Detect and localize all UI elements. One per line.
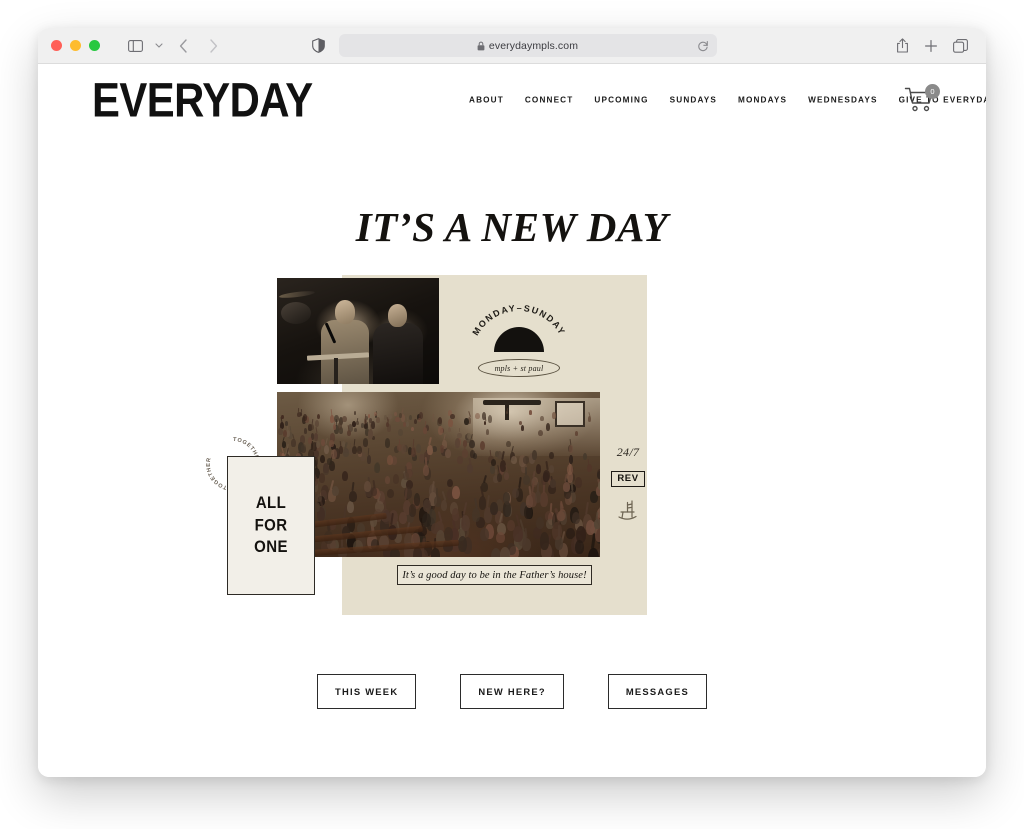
card-line-3: ONE (254, 537, 288, 557)
cart-button[interactable]: 0 (904, 84, 940, 115)
sidebar-toggle-icon[interactable] (122, 34, 148, 58)
new-here-button[interactable]: NEW HERE? (460, 674, 564, 709)
monday-sunday-badge: MONDAY–SUNDAY mpls + st paul (463, 293, 575, 385)
browser-toolbar: everydaympls.com (38, 28, 986, 64)
rocking-chair-icon (618, 500, 637, 520)
minimize-window-button[interactable] (70, 40, 81, 51)
site-header: EVERYDAY ABOUT CONNECT UPCOMING SUNDAYS … (38, 64, 986, 136)
nav-item-connect[interactable]: CONNECT (525, 96, 574, 105)
caption-text: It’s a good day to be in the Father’s ho… (402, 569, 587, 581)
back-button-icon[interactable] (170, 34, 196, 58)
share-icon[interactable] (889, 34, 915, 58)
privacy-shield-icon[interactable] (308, 35, 330, 57)
badge-pill: mpls + st paul (478, 359, 560, 377)
all-for-one-card: ALL FOR ONE (227, 456, 315, 595)
tabs-overview-icon[interactable] (947, 34, 973, 58)
browser-window: everydaympls.com EVERYDAY ABOUT CONNECT … (38, 28, 986, 777)
address-text: everydaympls.com (488, 39, 579, 52)
card-line-2: FOR (254, 515, 288, 535)
reload-icon[interactable] (696, 39, 710, 53)
sticker-24-7: 24/7 (616, 445, 640, 459)
this-week-button[interactable]: THIS WEEK (317, 674, 417, 709)
nav-item-about[interactable]: ABOUT (469, 96, 504, 105)
cta-button-row: THIS WEEK NEW HERE? MESSAGES (38, 674, 986, 709)
cart-count-badge: 0 (925, 84, 940, 99)
close-window-button[interactable] (51, 40, 62, 51)
toolbar-right-controls (889, 34, 973, 58)
site-logo[interactable]: EVERYDAY (92, 75, 313, 124)
toolbar-left-controls (122, 34, 226, 58)
badge-pill-text: mpls + st paul (494, 363, 544, 373)
forward-button-icon[interactable] (200, 34, 226, 58)
card-line-1: ALL (255, 493, 287, 513)
address-bar[interactable]: everydaympls.com (338, 34, 717, 57)
new-tab-plus-icon[interactable] (918, 34, 944, 58)
lock-icon (477, 41, 485, 50)
sidebar-chevron-down-icon[interactable] (152, 34, 166, 58)
maximize-window-button[interactable] (89, 40, 100, 51)
sticker-rev: REV (611, 471, 645, 487)
crowd-photo (277, 392, 600, 557)
messages-button[interactable]: MESSAGES (607, 674, 707, 709)
nav-item-sundays[interactable]: SUNDAYS (670, 96, 717, 105)
collage-stickers: 24/7 REV (607, 445, 649, 524)
window-traffic-lights (51, 40, 100, 51)
nav-item-mondays[interactable]: MONDAYS (738, 96, 787, 105)
page-content: EVERYDAY ABOUT CONNECT UPCOMING SUNDAYS … (38, 64, 986, 777)
all-for-one-text: ALL FOR ONE (254, 493, 288, 559)
stage-photo (277, 278, 439, 384)
hero-title: IT’S A NEW DAY (355, 204, 669, 250)
nav-item-wednesdays[interactable]: WEDNESDAYS (808, 96, 877, 105)
collage-caption: It’s a good day to be in the Father’s ho… (397, 565, 592, 585)
nav-item-upcoming[interactable]: UPCOMING (594, 96, 648, 105)
hero-collage: MONDAY–SUNDAY mpls + st paul TOGETHER TO… (206, 275, 747, 625)
